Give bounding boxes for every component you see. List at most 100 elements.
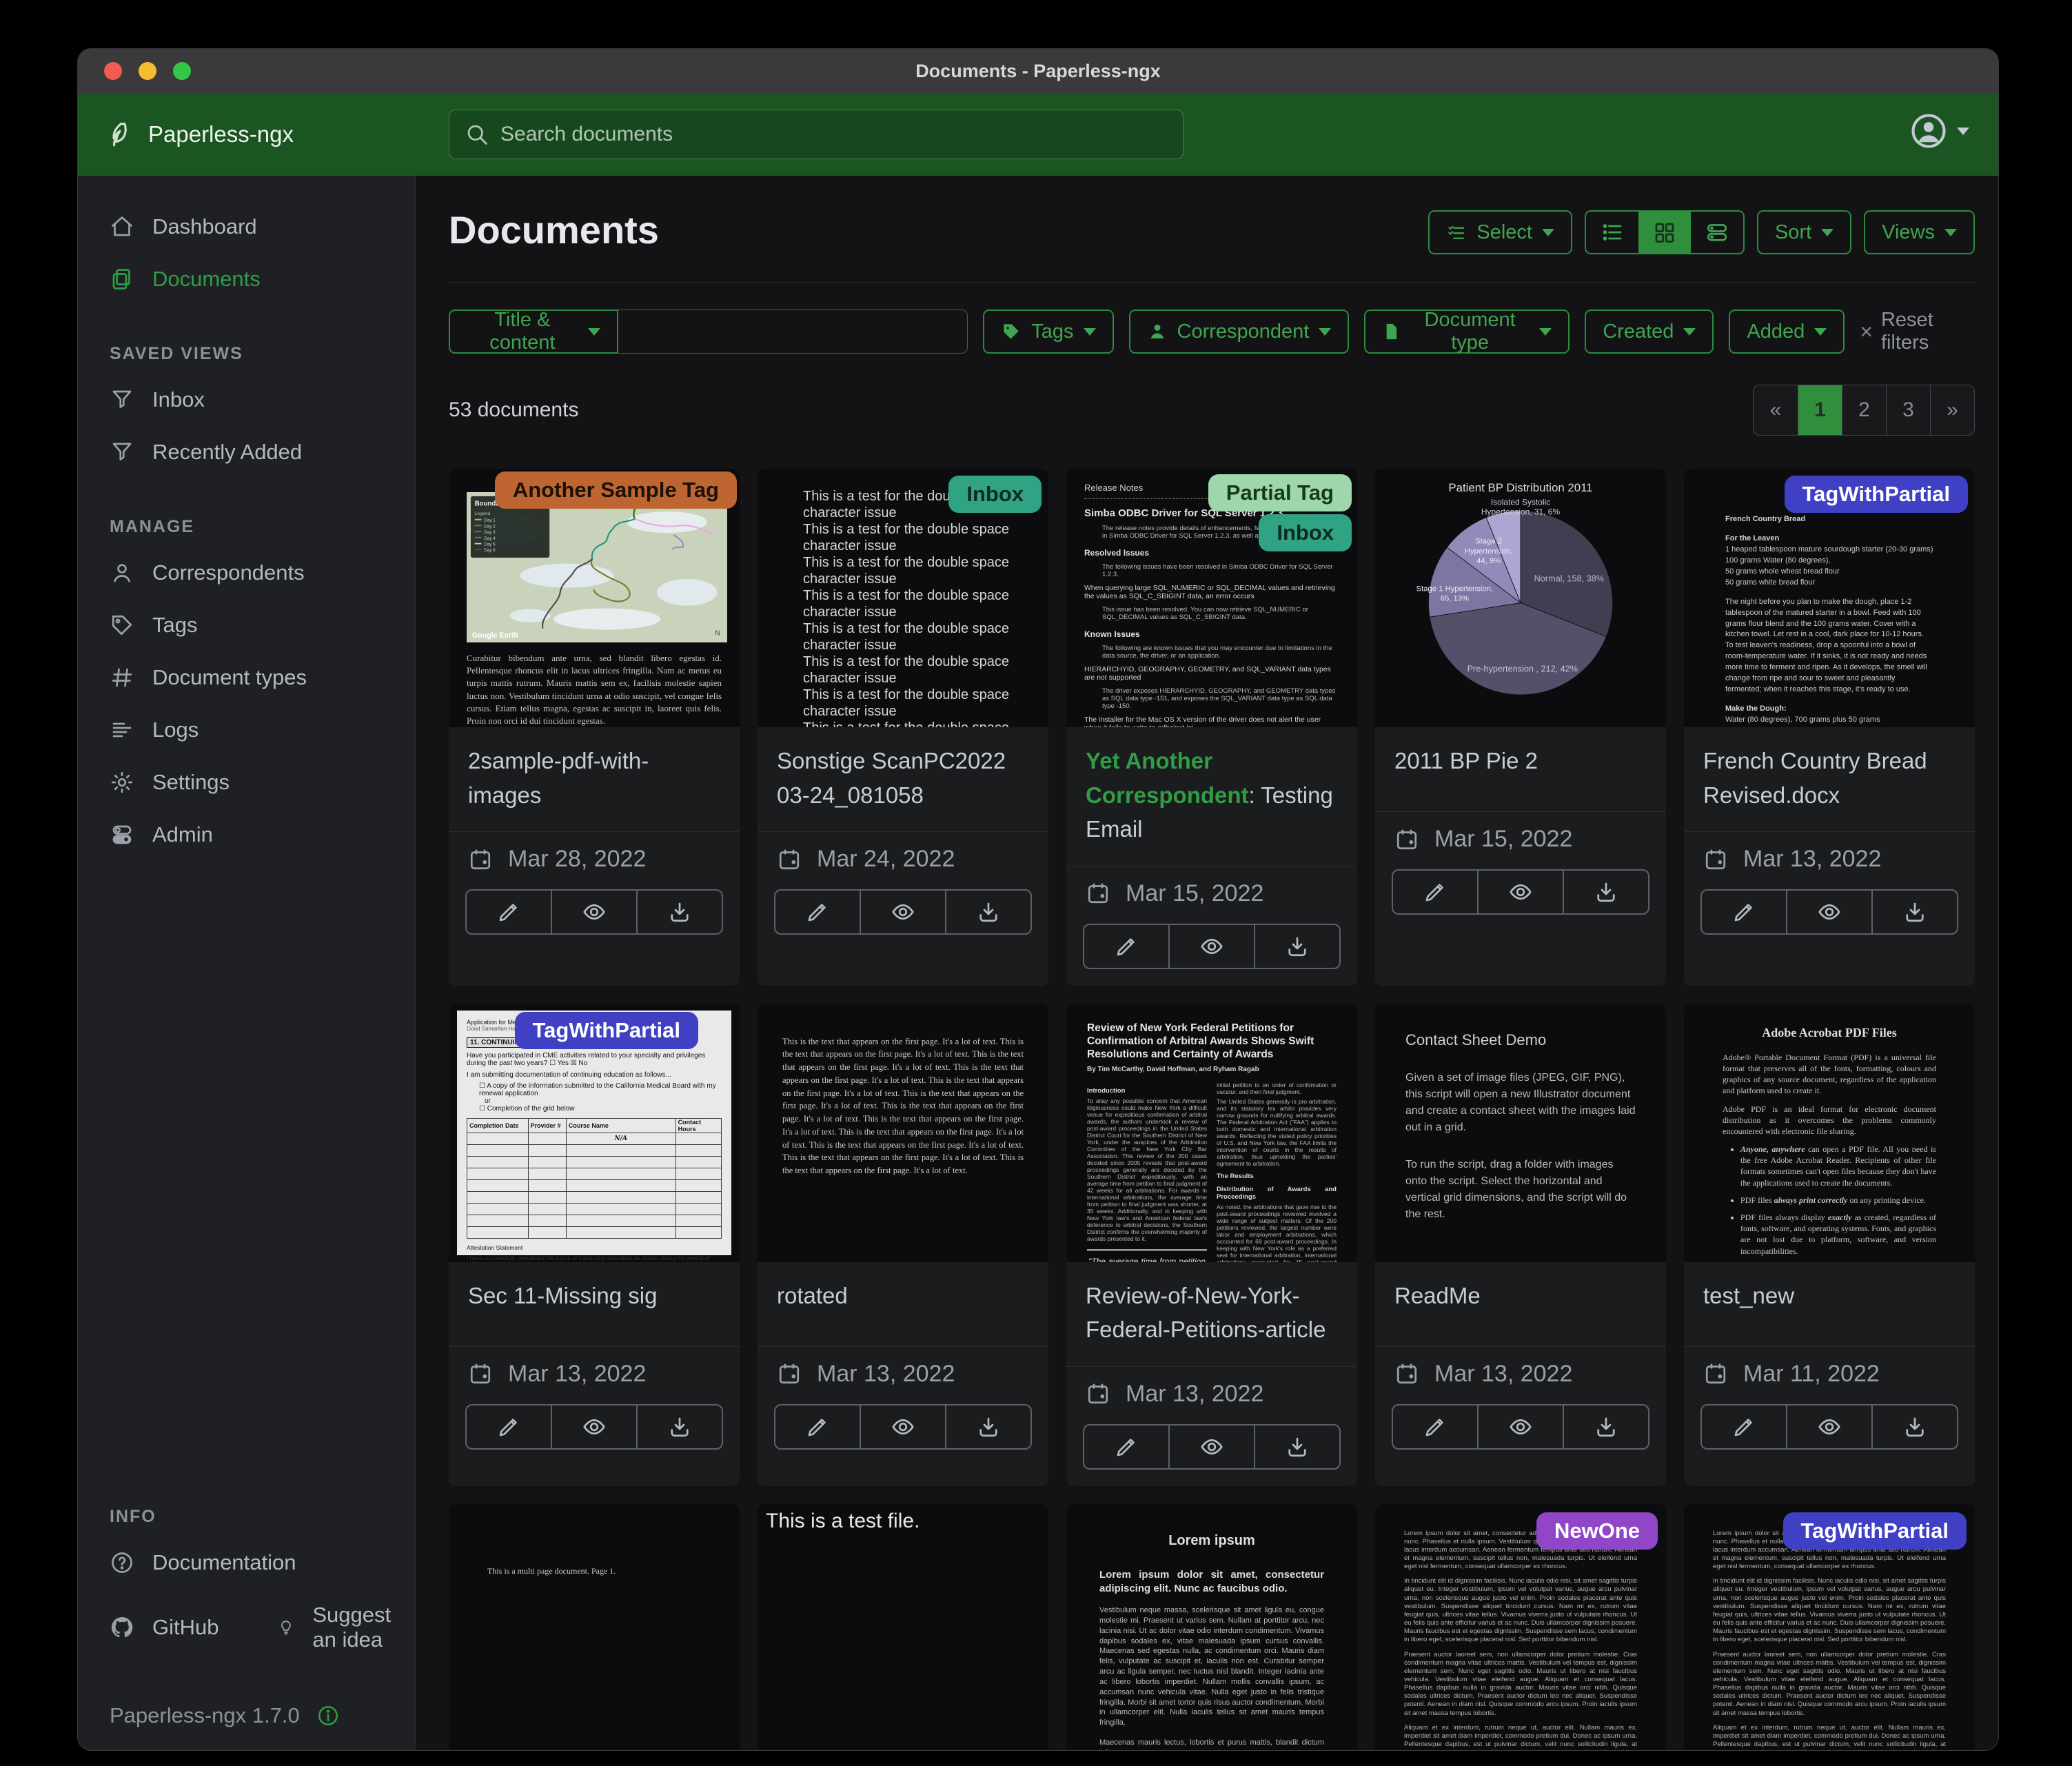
date-label: Mar 13, 2022 (817, 1361, 955, 1388)
document-title-link[interactable]: Review-of-New-York-Federal-Petitions-art… (1066, 1262, 1357, 1363)
document-title-link[interactable]: 2011 BP Pie 2 (1375, 727, 1666, 809)
document-thumbnail[interactable]: This is the text that appears on the fir… (758, 1004, 1048, 1262)
sidebar-item-suggest-idea[interactable]: Suggest an idea (278, 1589, 415, 1666)
view-button[interactable] (551, 891, 636, 933)
brand[interactable]: Paperless-ngx (105, 120, 294, 149)
view-button[interactable] (1786, 1405, 1871, 1448)
select-button[interactable]: Select (1428, 210, 1572, 254)
download-button[interactable] (1563, 871, 1648, 913)
tag-badge[interactable]: TagWithPartial (1785, 476, 1968, 513)
view-button[interactable] (1786, 891, 1871, 933)
sidebar-item-documentation[interactable]: Documentation (110, 1536, 415, 1589)
download-button[interactable] (1563, 1405, 1648, 1448)
page-prev-button[interactable]: « (1754, 385, 1798, 435)
pencil-icon (496, 900, 521, 924)
document-thumbnail[interactable]: This is a test file. (758, 1504, 1048, 1752)
document-thumbnail[interactable]: This is a multi page document. Page 1. (449, 1504, 740, 1752)
view-button[interactable] (860, 891, 945, 933)
document-title-link[interactable]: ReadMe (1375, 1262, 1666, 1343)
edit-button[interactable] (1393, 1405, 1477, 1448)
version-label: Paperless-ngx 1.7.0 (110, 1703, 300, 1728)
download-button[interactable] (1254, 925, 1339, 968)
tag-badge[interactable]: Partial Tag (1208, 474, 1352, 511)
edit-button[interactable] (775, 891, 860, 933)
view-button[interactable] (551, 1405, 636, 1448)
filter-correspondent-button[interactable]: Correspondent (1129, 309, 1350, 354)
document-title-link[interactable]: test_new (1684, 1262, 1975, 1343)
document-thumbnail[interactable]: Lorem ipsum Lorem ipsum dolor sit amet, … (1066, 1504, 1357, 1752)
page-next-button[interactable]: » (1930, 385, 1974, 435)
sidebar-item-correspondents[interactable]: Correspondents (110, 547, 415, 599)
sidebar-item-inbox[interactable]: Inbox (110, 374, 415, 426)
download-icon (976, 1414, 1001, 1439)
sidebar-item-settings[interactable]: Settings (110, 756, 415, 809)
views-button[interactable]: Views (1864, 210, 1975, 254)
tag-badge[interactable]: Another Sample Tag (495, 471, 737, 509)
sidebar-item-documents[interactable]: Documents (110, 253, 415, 305)
user-menu[interactable] (1910, 112, 1969, 150)
tag-badge[interactable]: TagWithPartial (1783, 1512, 1967, 1550)
tag-badge[interactable]: NewOne (1536, 1512, 1658, 1550)
filter-query-input[interactable] (618, 309, 968, 354)
edit-button[interactable] (1702, 1405, 1786, 1448)
view-button[interactable] (860, 1405, 945, 1448)
download-button[interactable] (1254, 1425, 1339, 1468)
document-thumbnail[interactable]: Patient BP Distribution 2011 Isolated Sy… (1375, 469, 1666, 727)
download-button[interactable] (636, 891, 722, 933)
tag-badge[interactable]: Inbox (948, 476, 1042, 513)
view-button[interactable] (1168, 925, 1254, 968)
sidebar-item-admin[interactable]: Admin (110, 809, 415, 861)
search-input[interactable] (500, 123, 1168, 146)
sidebar-item-document-types[interactable]: Document types (110, 651, 415, 704)
view-button[interactable] (1477, 1405, 1563, 1448)
view-grid-button[interactable] (1638, 212, 1691, 253)
filter-created-button[interactable]: Created (1585, 309, 1714, 354)
sidebar-item-logs[interactable]: Logs (110, 704, 415, 756)
document-title-link[interactable]: French Country Bread Revised.docx (1684, 727, 1975, 829)
document-thumbnail[interactable]: Contact Sheet Demo Given a set of image … (1375, 1004, 1666, 1262)
sort-button[interactable]: Sort (1757, 210, 1851, 254)
download-button[interactable] (1871, 1405, 1957, 1448)
view-details-button[interactable] (1691, 212, 1743, 253)
tag-badge[interactable]: Inbox (1259, 514, 1352, 551)
document-title-link[interactable]: Sonstige ScanPC2022 03-24_081058 (758, 727, 1048, 829)
card-actions (1700, 1404, 1958, 1450)
edit-button[interactable] (1084, 1425, 1168, 1468)
page-2-button[interactable]: 2 (1842, 385, 1886, 435)
tag-badge[interactable]: TagWithPartial (515, 1012, 698, 1049)
global-search[interactable] (449, 110, 1184, 159)
download-button[interactable] (636, 1405, 722, 1448)
document-title-link[interactable]: Sec 11-Missing sig (449, 1262, 740, 1343)
page-3-button[interactable]: 3 (1886, 385, 1930, 435)
document-title-link[interactable]: rotated (758, 1262, 1048, 1343)
edit-button[interactable] (1084, 925, 1168, 968)
edit-button[interactable] (1393, 871, 1477, 913)
filter-added-button[interactable]: Added (1729, 309, 1845, 354)
download-button[interactable] (1871, 891, 1957, 933)
sidebar-item-recently-added[interactable]: Recently Added (110, 426, 415, 478)
filter-field-button[interactable]: Title & content (449, 309, 618, 354)
edit-button[interactable] (1702, 891, 1786, 933)
document-thumbnail[interactable]: Review of New York Federal Petitions for… (1066, 1004, 1357, 1262)
document-title-link[interactable]: Yet Another Correspondent: Testing Email (1066, 727, 1357, 863)
download-button[interactable] (945, 1405, 1030, 1448)
view-button[interactable] (1168, 1425, 1254, 1468)
edit-button[interactable] (467, 891, 551, 933)
view-button[interactable] (1477, 871, 1563, 913)
view-list-button[interactable] (1586, 212, 1638, 253)
filter-tags-button[interactable]: Tags (983, 309, 1113, 354)
document-title-link[interactable]: 2sample-pdf-with-images (449, 727, 740, 829)
document-correspondent[interactable]: Yet Another Correspondent (1086, 748, 1249, 808)
edit-button[interactable] (775, 1405, 860, 1448)
chevron-down-icon (1944, 229, 1957, 236)
page-1-button[interactable]: 1 (1798, 385, 1842, 435)
reset-filters-button[interactable]: × Reset filters (1860, 309, 1975, 354)
sidebar-item-dashboard[interactable]: Dashboard (110, 201, 415, 253)
document-thumbnail[interactable]: Adobe Acrobat PDF Files Adobe® Portable … (1684, 1004, 1975, 1262)
edit-button[interactable] (467, 1405, 551, 1448)
sidebar-item-tags[interactable]: Tags (110, 599, 415, 651)
filter-document-type-button[interactable]: Document type (1364, 309, 1570, 354)
info-circle-icon[interactable] (316, 1704, 340, 1727)
sidebar-item-github[interactable]: GitHub (110, 1601, 219, 1654)
download-button[interactable] (945, 891, 1030, 933)
